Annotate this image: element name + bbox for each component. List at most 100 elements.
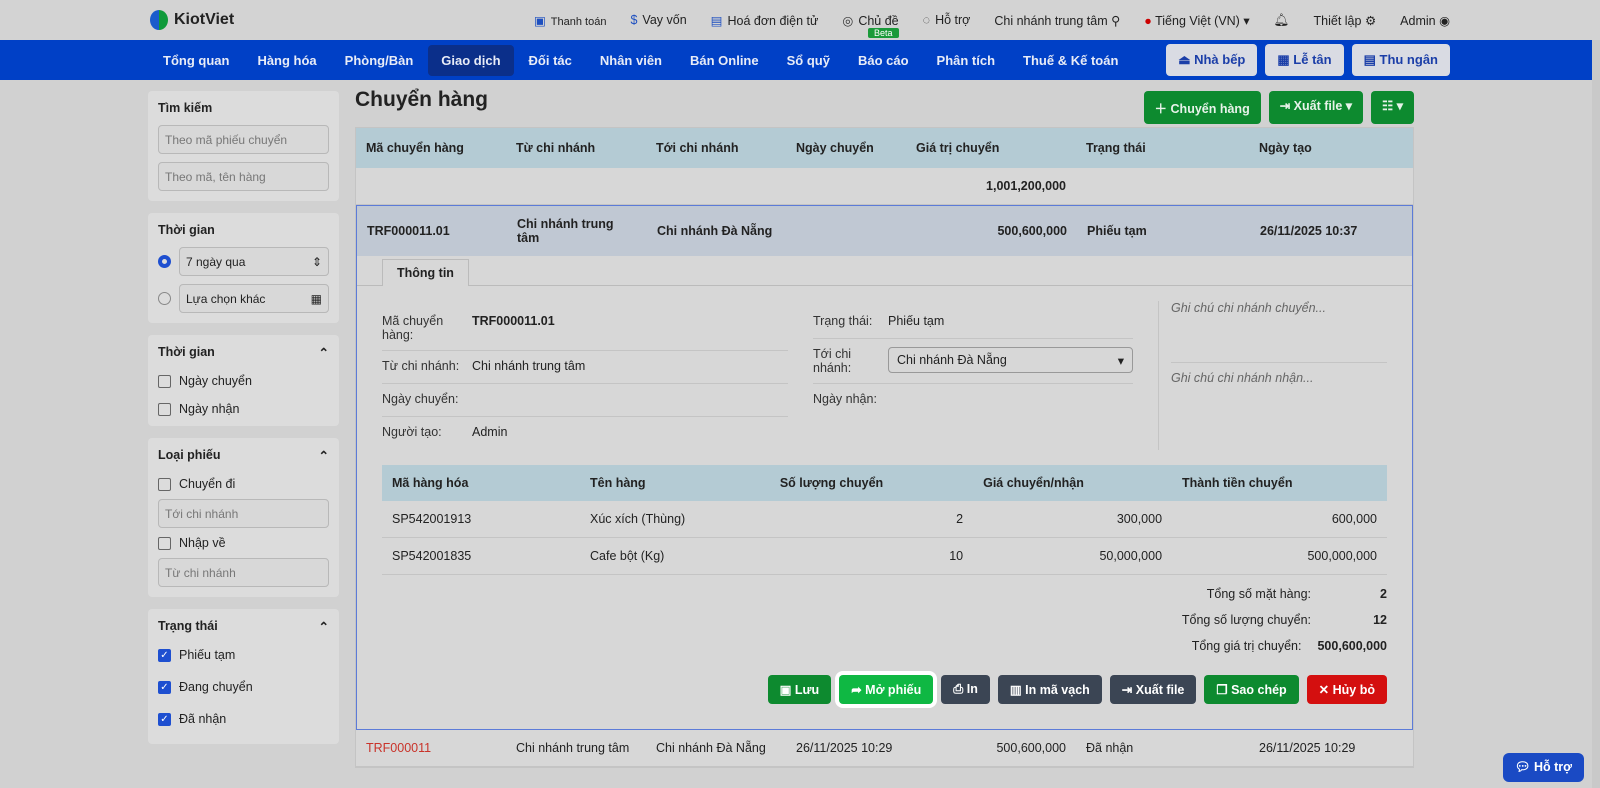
support-link[interactable]: ◌ Hỗ trợ [923, 13, 971, 27]
item-row[interactable]: SP542001835 Cafe bột (Kg) 10 50,000,000 500,… [382, 537, 1387, 575]
kitchen-button[interactable]: ⏏ Nhà bếp [1166, 44, 1258, 76]
nav-employees[interactable]: Nhân viên [587, 45, 675, 76]
status-title[interactable]: Trạng thái ⌃ [158, 619, 329, 634]
print-barcode-button[interactable]: ▥ In mã vạch [997, 675, 1102, 704]
to-branch-select[interactable]: Chi nhánh Đà Nẵng ▾ [888, 347, 1133, 373]
payment-link[interactable]: ▣ Thanh toán [534, 13, 606, 28]
invoice-icon: ▤ [710, 13, 723, 28]
checkbox-in-transit[interactable]: ✓ [158, 680, 171, 694]
time-preset-select[interactable]: 7 ngày qua ⇕ [179, 247, 329, 276]
save-button[interactable]: ▣ Lưu [767, 675, 832, 704]
sender-note-input[interactable]: Ghi chú chi nhánh chuyển... [1171, 301, 1387, 363]
item-row[interactable]: SP542001913 Xúc xích (Thùng) 2 300,000 600,0… [382, 501, 1387, 538]
theme-link[interactable]: ◎ Chủ đề [842, 13, 898, 28]
col-from[interactable]: Từ chi nhánh [506, 128, 646, 168]
expanded-transfer: TRF000011.01 Chi nhánh trung tâm Chi nhá… [356, 205, 1413, 730]
to-branch-input[interactable]: Tới chi nhánh [158, 499, 329, 528]
ticket-type-title[interactable]: Loại phiếu ⌃ [158, 448, 329, 463]
main-nav: Tổng quan Hàng hóa Phòng/Bàn Giao dịch Đ… [0, 40, 1600, 80]
transfer-code-input[interactable]: Theo mã phiếu chuyển [158, 125, 329, 154]
help-button[interactable]: 💬︎ Hỗ trợ [1502, 753, 1584, 782]
export-file-button[interactable]: ⇥ Xuất file [1109, 675, 1197, 704]
chevron-up-icon: ⌃ [318, 620, 329, 634]
copy-button[interactable]: ❐ Sao chép [1204, 675, 1299, 704]
status-card: Trạng thái ⌃ ✓ Phiếu tạm ✓ Đang chuyển ✓ Đã … [148, 609, 339, 744]
notification-bell-icon[interactable]: 🔔︎ [1274, 13, 1290, 28]
col-status[interactable]: Trạng thái [1076, 128, 1249, 168]
time-title: Thời gian [158, 223, 215, 237]
ticket-type-card: Loại phiếu ⌃ Chuyển đi Tới chi nhánh Nhập… [148, 438, 339, 597]
settings-link[interactable]: Thiết lập ⚙ [1314, 13, 1377, 28]
col-value[interactable]: Giá trị chuyển [906, 128, 1076, 168]
user-icon: ◉ [1439, 13, 1450, 28]
money-bag-icon: $ [630, 13, 638, 27]
col-date[interactable]: Ngày chuyển [786, 128, 906, 168]
time-card: Thời gian 7 ngày qua ⇕ Lựa chọn khác ▦ [148, 213, 339, 323]
logo[interactable]: KiotViet [150, 10, 234, 30]
nav-cashbook[interactable]: Sổ quỹ [774, 45, 843, 76]
checkbox-transfer-date[interactable] [158, 374, 171, 388]
vn-flag-icon: ● [1144, 13, 1152, 28]
from-branch-input[interactable]: Từ chi nhánh [158, 558, 329, 587]
filter-sidebar: Tìm kiếm Theo mã phiếu chuyển Theo mã, t… [148, 91, 339, 756]
chevron-up-icon: ⌃ [318, 449, 329, 463]
nav-tax[interactable]: Thuế & Kế toán [1010, 45, 1131, 76]
action-bar: ▣ Lưu ➦ Mở phiếu ⎙ In ▥ In mã vạch ⇥ Xuấ… [357, 653, 1412, 729]
col-code[interactable]: Mã chuyển hàng [356, 128, 506, 168]
e-invoice-link[interactable]: ▤ Hoá đơn điện tử [711, 13, 819, 28]
custom-date-input[interactable]: Lựa chọn khác ▦ [179, 284, 329, 313]
cancel-button[interactable]: ✕ Hủy bỏ [1306, 675, 1387, 704]
cashier-button[interactable]: ▤ Thu ngân [1351, 44, 1450, 76]
column-toggle-button[interactable]: ☷ ▾ [1371, 91, 1414, 124]
product-search-input[interactable]: Theo mã, tên hàng [158, 162, 329, 191]
tab-info[interactable]: Thông tin [382, 259, 469, 286]
nav-analytics[interactable]: Phân tích [924, 45, 1009, 76]
main-content: Chuyển hàng ＋ Chuyển hàng ⇥ Xuất file ▾ … [355, 88, 1414, 768]
loan-link[interactable]: $ Vay vốn [630, 13, 686, 27]
checkbox-outgoing[interactable] [158, 477, 171, 491]
checkbox-receive-date[interactable] [158, 402, 171, 416]
search-title: Tìm kiếm [158, 101, 213, 115]
transfer-table: Mã chuyển hàng Từ chi nhánh Tới chi nhán… [355, 127, 1414, 768]
col-to[interactable]: Tới chi nhánh [646, 128, 786, 168]
copy-icon: ❐ [1216, 683, 1228, 697]
date-type-title[interactable]: Thời gian ⌃ [158, 345, 329, 360]
search-card: Tìm kiếm Theo mã phiếu chuyển Theo mã, t… [148, 91, 339, 201]
receiver-note-input[interactable]: Ghi chú chi nhánh nhận... [1171, 363, 1387, 413]
branch-select[interactable]: Chi nhánh trung tâm ⚲ [994, 13, 1120, 28]
col-created[interactable]: Ngày tạo [1249, 128, 1413, 168]
selected-row[interactable]: TRF000011.01 Chi nhánh trung tâm Chi nhá… [357, 206, 1412, 256]
nav-partners[interactable]: Đối tác [516, 45, 585, 76]
nav-products[interactable]: Hàng hóa [244, 45, 329, 76]
reception-button[interactable]: ▦ Lễ tân [1265, 44, 1344, 76]
nav-transactions[interactable]: Giao dịch [428, 44, 514, 76]
radio-preset[interactable] [158, 255, 171, 268]
sort-icon: ⇕ [311, 254, 322, 269]
language-select[interactable]: ● Tiếng Việt (VN) ▾ [1144, 13, 1249, 28]
payment-icon: ▣ [533, 13, 546, 28]
totals: Tổng số mặt hàng: 2 Tổng số lượng chuyển:… [1181, 587, 1387, 653]
user-menu[interactable]: Admin ◉ [1400, 13, 1450, 28]
checkbox-incoming[interactable] [158, 536, 171, 550]
nav-rooms[interactable]: Phòng/Bàn [332, 45, 427, 76]
total-value: 1,001,200,000 [906, 168, 1076, 205]
palette-icon: ◎ [842, 13, 854, 28]
add-transfer-button[interactable]: ＋ Chuyển hàng [1143, 91, 1261, 124]
nav-online[interactable]: Bán Online [677, 45, 772, 76]
chevron-up-icon: ⌃ [318, 346, 329, 360]
nav-overview[interactable]: Tổng quan [150, 45, 242, 76]
barcode-icon: ▥ [1009, 683, 1022, 697]
checkbox-draft[interactable]: ✓ [158, 648, 171, 662]
open-ticket-button[interactable]: ➦ Mở phiếu [839, 675, 934, 704]
nav-reports[interactable]: Báo cáo [845, 45, 922, 76]
table-row[interactable]: TRF000011 Chi nhánh trung tâm Chi nhánh … [356, 730, 1413, 767]
gear-icon: ⚙ [1364, 13, 1377, 28]
caret-down-icon: ▾ [1243, 13, 1250, 28]
radio-custom[interactable] [158, 292, 171, 305]
scrollbar[interactable] [1592, 40, 1600, 788]
calendar-icon: ▦ [310, 291, 322, 306]
checkbox-received[interactable]: ✓ [158, 712, 171, 726]
print-button[interactable]: ⎙ In [941, 675, 990, 704]
share-arrow-icon: ➦ [851, 683, 862, 697]
export-button[interactable]: ⇥ Xuất file ▾ [1268, 91, 1364, 124]
